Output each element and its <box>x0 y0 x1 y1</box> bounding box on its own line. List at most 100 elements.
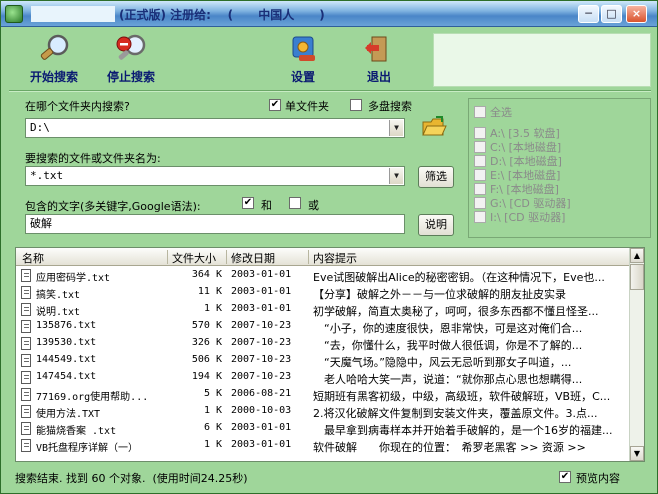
text-input[interactable]: 破解 <box>25 214 405 234</box>
table-row[interactable]: 77169.org使用帮助... 5 K 2006-08-21 短期班有黑客初级，中级… <box>16 386 631 403</box>
cell-size: 1 K <box>203 405 222 416</box>
column-header-hint[interactable]: 内容提示 <box>313 250 357 266</box>
preview-checkbox[interactable]: ✔ <box>559 471 571 483</box>
column-divider[interactable] <box>308 250 309 264</box>
drive-item[interactable]: A:\ [3.5 软盘] <box>474 125 560 140</box>
table-row[interactable]: 说明.txt 1 K 2003-01-01 初学破解，简直太奥秘了，呵呵，很多东西都不… <box>16 301 631 318</box>
folder-combobox[interactable]: D:\ ▼ <box>25 118 405 138</box>
start-search-button[interactable]: 开始搜索 <box>22 31 86 87</box>
help-button[interactable]: 说明 <box>418 214 454 236</box>
cell-size: 570 K <box>191 320 222 331</box>
text-file-icon <box>21 371 31 384</box>
drive-checkbox[interactable] <box>474 127 486 139</box>
scroll-down-icon[interactable]: ▼ <box>630 446 644 461</box>
cell-hint: 短期班有黑客初级，中级，高级班，软件破解班，VB班，C... <box>313 390 611 403</box>
drive-label: I:\ [CD 驱动器] <box>490 211 566 224</box>
drive-item[interactable]: D:\ [本地磁盘] <box>474 153 562 168</box>
text-file-icon <box>21 303 31 316</box>
maximize-button[interactable]: □ <box>601 5 622 23</box>
table-row[interactable]: 搞笑.txt 11 K 2003-01-01 【分享】破解之外－－与一位求破解的朋友扯… <box>16 284 631 301</box>
drive-checkbox[interactable] <box>474 155 486 167</box>
minimize-button[interactable]: ─ <box>578 5 599 23</box>
cell-name: 139530.txt <box>36 337 97 348</box>
preview-label: 预览内容 <box>576 472 620 485</box>
or-label: 或 <box>308 199 319 212</box>
exit-label: 退出 <box>366 70 391 84</box>
title-app-name-redacted <box>31 6 115 22</box>
drive-checkbox[interactable] <box>474 211 486 223</box>
column-divider[interactable] <box>167 250 168 264</box>
text-file-icon <box>21 439 31 452</box>
select-all-drives[interactable]: 全选 <box>474 104 512 119</box>
banner-area <box>433 33 651 87</box>
cell-hint: “去，你懂什么，我平时做人很低调，你是不了解的... <box>313 339 583 352</box>
title-bar[interactable]: (正式版) 注册给: ( 中国人 ) ─ □ × <box>1 1 657 27</box>
settings-button[interactable]: 设置 <box>271 31 335 87</box>
stop-search-button[interactable]: 停止搜索 <box>99 31 163 87</box>
exit-button[interactable]: 退出 <box>347 31 411 87</box>
main-window: (正式版) 注册给: ( 中国人 ) ─ □ × 开始搜索 停止搜索 设置 退出… <box>0 0 658 494</box>
drive-item[interactable]: G:\ [CD 驱动器] <box>474 195 571 210</box>
multi-disk-checkbox[interactable] <box>350 99 362 111</box>
drive-item[interactable]: I:\ [CD 驱动器] <box>474 209 566 224</box>
drive-checkbox[interactable] <box>474 197 486 209</box>
column-header-name[interactable]: 名称 <box>22 250 44 266</box>
text-file-icon <box>21 422 31 435</box>
text-file-icon <box>21 269 31 282</box>
table-row[interactable]: 135876.txt 570 K 2007-10-23 “小子，你的速度很快，恩非常… <box>16 318 631 335</box>
and-checkbox[interactable]: ✔ <box>242 197 254 209</box>
column-header-size[interactable]: 文件大小 <box>172 250 216 266</box>
cell-hint: Eve试图破解出Alice的秘密密钥。（在这种情况下，Eve也... <box>313 271 605 284</box>
table-header: 名称 文件大小 修改日期 内容提示 <box>16 248 631 266</box>
filename-combobox[interactable]: *.txt ▼ <box>25 166 405 186</box>
text-file-icon <box>21 354 31 367</box>
filename-value: *.txt <box>30 169 64 182</box>
cell-size: 6 K <box>203 422 222 433</box>
table-row[interactable]: 147454.txt 194 K 2007-10-23 老人哈哈大笑一声，说道：“就… <box>16 369 631 386</box>
table-row[interactable]: VB托盘程序详解（一） 1 K 2003-01-01 软件破解 你现在的位置： 希罗老… <box>16 437 631 454</box>
drive-checkbox[interactable] <box>474 141 486 153</box>
single-folder-label: 单文件夹 <box>285 100 329 113</box>
cell-hint: “小子，你的速度很快，恩非常快，可是这对俺们合... <box>313 322 583 335</box>
cell-date: 2007-10-23 <box>231 371 292 382</box>
cell-size: 194 K <box>191 371 222 382</box>
select-all-checkbox[interactable] <box>474 106 486 118</box>
scroll-thumb[interactable] <box>630 264 644 290</box>
column-header-date[interactable]: 修改日期 <box>231 250 275 266</box>
drive-item[interactable]: F:\ [本地磁盘] <box>474 181 559 196</box>
scroll-up-icon[interactable]: ▲ <box>630 248 644 263</box>
cell-date: 2007-10-23 <box>231 320 292 331</box>
toolbar-divider <box>9 90 651 92</box>
cell-size: 11 K <box>197 286 222 297</box>
drive-checkbox[interactable] <box>474 183 486 195</box>
table-row[interactable]: 使用方法.TXT 1 K 2000-10-03 2.将汉化破解文件复制到安装文件夹，覆… <box>16 403 631 420</box>
status-text: 搜索结束. 找到 60 个对象. (使用时间24.25秒) <box>15 472 248 485</box>
cell-name: 搞笑.txt <box>36 290 81 301</box>
close-button[interactable]: × <box>626 5 647 23</box>
drive-item[interactable]: E:\ [本地磁盘] <box>474 167 560 182</box>
drive-item[interactable]: C:\ [本地磁盘] <box>474 139 561 154</box>
results-table[interactable]: 名称 文件大小 修改日期 内容提示 应用密码学.txt 364 K 2003-01-… <box>15 247 645 462</box>
column-divider[interactable] <box>226 250 227 264</box>
cell-name: 135876.txt <box>36 320 97 331</box>
chevron-down-icon[interactable]: ▼ <box>389 168 403 184</box>
or-checkbox[interactable] <box>289 197 301 209</box>
table-row[interactable]: 能猫烧香案 .txt 6 K 2003-01-01 最早拿到病毒样本并开始着手破解的… <box>16 420 631 437</box>
filter-button[interactable]: 筛选 <box>418 166 454 188</box>
table-row[interactable]: 139530.txt 326 K 2007-10-23 “去，你懂什么，我平时做人很… <box>16 335 631 352</box>
single-folder-checkbox[interactable]: ✔ <box>269 99 281 111</box>
browse-folder-icon[interactable] <box>421 115 447 139</box>
cell-size: 364 K <box>191 269 222 280</box>
cell-date: 2003-01-01 <box>231 286 292 297</box>
chevron-down-icon[interactable]: ▼ <box>389 120 403 136</box>
window-title: (正式版) 注册给: ( 中国人 ) <box>119 8 325 22</box>
table-row[interactable]: 应用密码学.txt 364 K 2003-01-01 Eve试图破解出Alice的秘密… <box>16 267 631 284</box>
vertical-scrollbar[interactable]: ▲ ▼ <box>629 248 644 461</box>
cell-date: 2003-01-01 <box>231 303 292 314</box>
and-label: 和 <box>261 199 272 212</box>
table-row[interactable]: 144549.txt 506 K 2007-10-23 “天魔气场。”隐隐中，风云无… <box>16 352 631 369</box>
cell-size: 506 K <box>191 354 222 365</box>
cell-date: 2003-01-01 <box>231 422 292 433</box>
cell-hint: 2.将汉化破解文件复制到安装文件夹，覆盖原文件。3.点... <box>313 407 598 420</box>
drive-checkbox[interactable] <box>474 169 486 181</box>
